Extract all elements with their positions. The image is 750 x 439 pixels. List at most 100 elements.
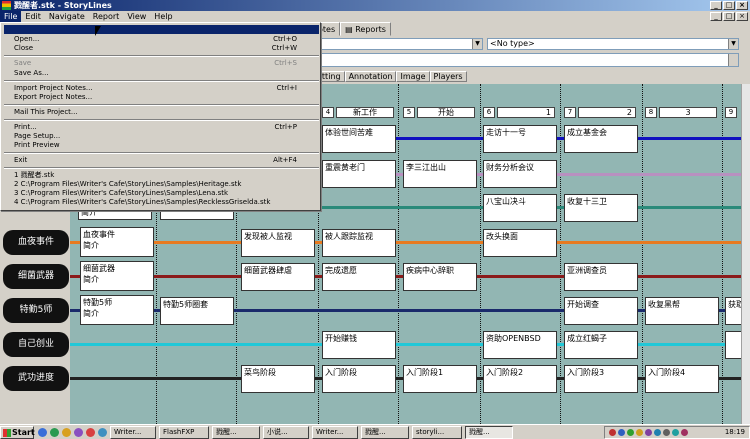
tray-icon[interactable] xyxy=(672,429,679,436)
tab-image[interactable]: Image xyxy=(396,71,430,82)
col-head-8[interactable]: 3 xyxy=(659,107,717,118)
menu-item-close[interactable]: Close Ctrl+W xyxy=(14,44,314,53)
type-select[interactable]: <No type> ▼ xyxy=(487,38,739,50)
menu-edit[interactable]: Edit xyxy=(21,11,45,22)
menu-item-recent-2[interactable]: 2 C:\Program Files\Writer's Cafe\StoryLi… xyxy=(14,180,314,189)
tray-icon[interactable] xyxy=(645,429,652,436)
scene-card[interactable]: 特勤5师圈套 xyxy=(160,297,234,325)
start-button[interactable]: Start xyxy=(0,425,35,439)
scene-card[interactable]: 李三江出山 xyxy=(403,160,477,188)
scene-card[interactable]: 收复十三卫 xyxy=(564,194,638,222)
tray-icon[interactable] xyxy=(681,429,688,436)
tray-icon[interactable] xyxy=(618,429,625,436)
taskbar-button[interactable]: 戮醒... xyxy=(212,425,260,439)
track-label-xi[interactable]: 细菌武器 xyxy=(3,264,69,289)
scene-card[interactable]: 血夜事件 简介 xyxy=(80,227,154,257)
tab-annotation[interactable]: Annotation xyxy=(344,71,397,82)
mdi-close-button[interactable]: × xyxy=(736,12,748,21)
taskbar-button-active[interactable]: 戮醒... xyxy=(465,425,513,439)
track-label-xue[interactable]: 血夜事件 xyxy=(3,230,69,255)
vertical-scrollbar[interactable] xyxy=(741,84,750,424)
col-head-4[interactable]: 新工作 xyxy=(336,107,394,118)
scene-card[interactable]: 开始赚钱 xyxy=(322,331,396,359)
menu-item-recent-3[interactable]: 3 C:\Program Files\Writer's Cafe\StoryLi… xyxy=(14,189,314,198)
scene-card[interactable]: 改头换面 xyxy=(483,229,557,257)
taskbar-button[interactable]: storyli... xyxy=(412,425,462,439)
scene-card[interactable]: 疾病中心辞职 xyxy=(403,263,477,291)
tab-reports[interactable]: ▤ Reports xyxy=(340,22,391,36)
taskbar-button[interactable]: Writer... xyxy=(312,425,358,439)
maximize-button[interactable]: □ xyxy=(723,1,735,10)
scene-card[interactable]: 八宝山决斗 xyxy=(483,194,557,222)
track-label-zi[interactable]: 自己创业 xyxy=(3,332,69,357)
col-head-6[interactable]: 1 xyxy=(497,107,555,118)
mdi-minimize-button[interactable]: _ xyxy=(710,12,722,21)
scene-card[interactable]: 成立红蝎子 xyxy=(564,331,638,359)
mdi-maximize-button[interactable]: □ xyxy=(723,12,735,21)
menu-item-exit[interactable]: Exit Alt+F4 xyxy=(14,156,314,165)
scene-card[interactable]: 完成遗愿 xyxy=(322,263,396,291)
scene-card[interactable]: 体验世间苦难 xyxy=(322,125,396,153)
scene-card[interactable]: 成立基金会 xyxy=(564,125,638,153)
chevron-down-icon[interactable]: ▼ xyxy=(472,39,482,49)
quicklaunch-icon[interactable] xyxy=(50,427,59,437)
combo-left[interactable]: ▼ xyxy=(320,38,483,50)
taskbar-button[interactable]: 戮醒... xyxy=(361,425,409,439)
menu-item-recent-4[interactable]: 4 C:\Program Files\Writer's Cafe\StoryLi… xyxy=(14,198,314,207)
menu-item-import-notes[interactable]: Import Project Notes... Ctrl+I xyxy=(14,84,314,93)
col-head-7[interactable]: 2 xyxy=(578,107,636,118)
quicklaunch-icon[interactable] xyxy=(62,427,71,437)
chevron-down-icon[interactable]: ▼ xyxy=(728,39,738,49)
scene-card[interactable]: 入门阶段2 xyxy=(483,365,557,393)
scene-card[interactable]: 财务分析会议 xyxy=(483,160,557,188)
taskbar-button[interactable]: 小说... xyxy=(263,425,309,439)
scene-card[interactable]: 入门阶段1 xyxy=(403,365,477,393)
scene-card[interactable]: 发现被人监视 xyxy=(241,229,315,257)
menu-view[interactable]: View xyxy=(123,11,150,22)
tab-players[interactable]: Players xyxy=(429,71,467,82)
quicklaunch-icon[interactable] xyxy=(98,427,107,437)
menu-item-export-notes[interactable]: Export Project Notes... xyxy=(14,93,314,102)
track-label-te[interactable]: 特勤5师 xyxy=(3,298,69,323)
scene-card[interactable]: 入门阶段 xyxy=(322,365,396,393)
scene-card[interactable]: 菜鸟阶段 xyxy=(241,365,315,393)
scene-card[interactable]: 入门阶段3 xyxy=(564,365,638,393)
menu-item-page-setup[interactable]: Page Setup... xyxy=(14,132,314,141)
menu-help[interactable]: Help xyxy=(150,11,176,22)
col-head-5[interactable]: 开始 xyxy=(417,107,475,118)
tray-icon[interactable] xyxy=(636,429,643,436)
track-label-wu[interactable]: 武功进度 xyxy=(3,366,69,391)
menu-file[interactable]: File xyxy=(0,11,22,22)
menu-item-print[interactable]: Print... Ctrl+P xyxy=(14,123,314,132)
menu-item-new[interactable] xyxy=(14,25,314,34)
menu-item-recent-1[interactable]: 1 戮醒者.stk xyxy=(14,171,314,180)
clock[interactable]: 18:19 xyxy=(725,427,745,438)
minimize-button[interactable]: _ xyxy=(710,1,722,10)
tray-icon[interactable] xyxy=(654,429,661,436)
menu-report[interactable]: Report xyxy=(89,11,124,22)
scene-card[interactable]: 资助OPENBSD xyxy=(483,331,557,359)
taskbar-button[interactable]: FlashFXP xyxy=(159,425,209,439)
menu-item-save-as[interactable]: Save As... xyxy=(14,69,314,78)
scene-card[interactable]: 重震黄老门 xyxy=(322,160,396,188)
scene-card[interactable]: 亚洲调查员 xyxy=(564,263,638,291)
taskbar-button[interactable]: Writer... xyxy=(110,425,156,439)
scene-card[interactable]: 被人跟踪监视 xyxy=(322,229,396,257)
scene-card[interactable]: 细菌武器 简介 xyxy=(80,261,154,291)
menu-navigate[interactable]: Navigate xyxy=(45,11,89,22)
speaker-icon[interactable] xyxy=(663,429,670,436)
menu-item-print-preview[interactable]: Print Preview xyxy=(14,141,314,150)
ie-icon[interactable] xyxy=(38,427,47,437)
close-button[interactable]: × xyxy=(736,1,748,10)
menu-item-mail-project[interactable]: Mail This Project... xyxy=(14,108,314,117)
title-field[interactable] xyxy=(320,53,739,67)
menu-item-open[interactable]: Open... Ctrl+O xyxy=(14,35,314,44)
scene-card[interactable]: 收复黑帮 xyxy=(645,297,719,325)
quicklaunch-icon[interactable] xyxy=(74,427,83,437)
tray-icon[interactable] xyxy=(609,429,616,436)
spin-control[interactable] xyxy=(728,54,738,66)
scene-card[interactable]: 细菌武器肆虐 xyxy=(241,263,315,291)
scene-card[interactable]: 走访十一号 xyxy=(483,125,557,153)
scene-card[interactable]: 入门阶段4 xyxy=(645,365,719,393)
quicklaunch-icon[interactable] xyxy=(86,427,95,437)
